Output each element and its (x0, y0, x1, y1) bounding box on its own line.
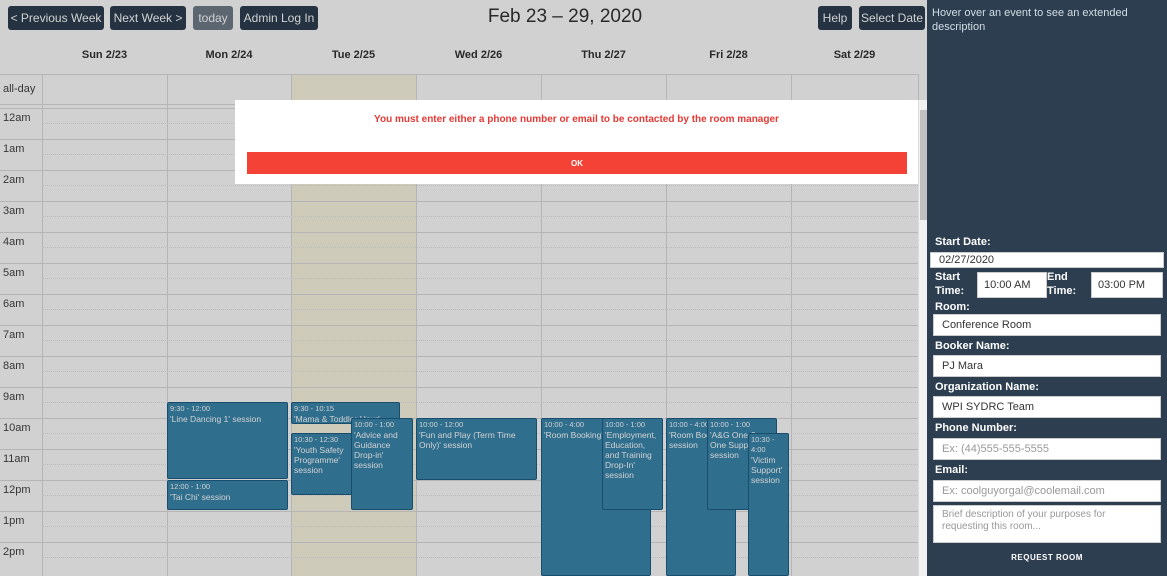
organization-name-field[interactable]: WPI SYDRC Team (933, 396, 1161, 418)
error-message: You must enter either a phone number or … (374, 114, 779, 125)
error-dialog: You must enter either a phone number or … (235, 100, 918, 184)
booker-name-field[interactable]: PJ Mara (933, 355, 1161, 377)
description-field[interactable]: Brief description of your purposes for r… (933, 505, 1161, 543)
organization-name-label: Organization Name: (935, 381, 1039, 393)
room-select[interactable]: Conference Room (933, 314, 1161, 336)
email-field[interactable]: Ex: coolguyorgal@coolemail.com (933, 480, 1161, 502)
room-label: Room: (935, 301, 970, 313)
end-time-field[interactable]: 03:00 PM (1091, 272, 1163, 298)
email-label: Email: (935, 464, 969, 476)
ok-button[interactable]: OK (247, 152, 907, 174)
start-time-label: Start Time: (935, 271, 965, 297)
hover-hint: Hover over an event to see an extended d… (932, 7, 1128, 33)
app-window: < Previous Week Next Week > today Admin … (0, 0, 1167, 576)
start-date-field[interactable]: 02/27/2020 (930, 252, 1164, 268)
phone-number-label: Phone Number: (935, 422, 1017, 434)
modal-backdrop (0, 0, 927, 576)
phone-number-field[interactable]: Ex: (44)555-555-5555 (933, 438, 1161, 460)
end-time-label: End Time: (1047, 271, 1077, 297)
start-date-label: Start Date: (935, 236, 991, 248)
start-time-field[interactable]: 10:00 AM (977, 272, 1047, 298)
booking-sidebar: Hover over an event to see an extended d… (927, 0, 1167, 576)
request-room-button[interactable]: REQUEST ROOM (933, 547, 1161, 567)
booker-name-label: Booker Name: (935, 340, 1010, 352)
